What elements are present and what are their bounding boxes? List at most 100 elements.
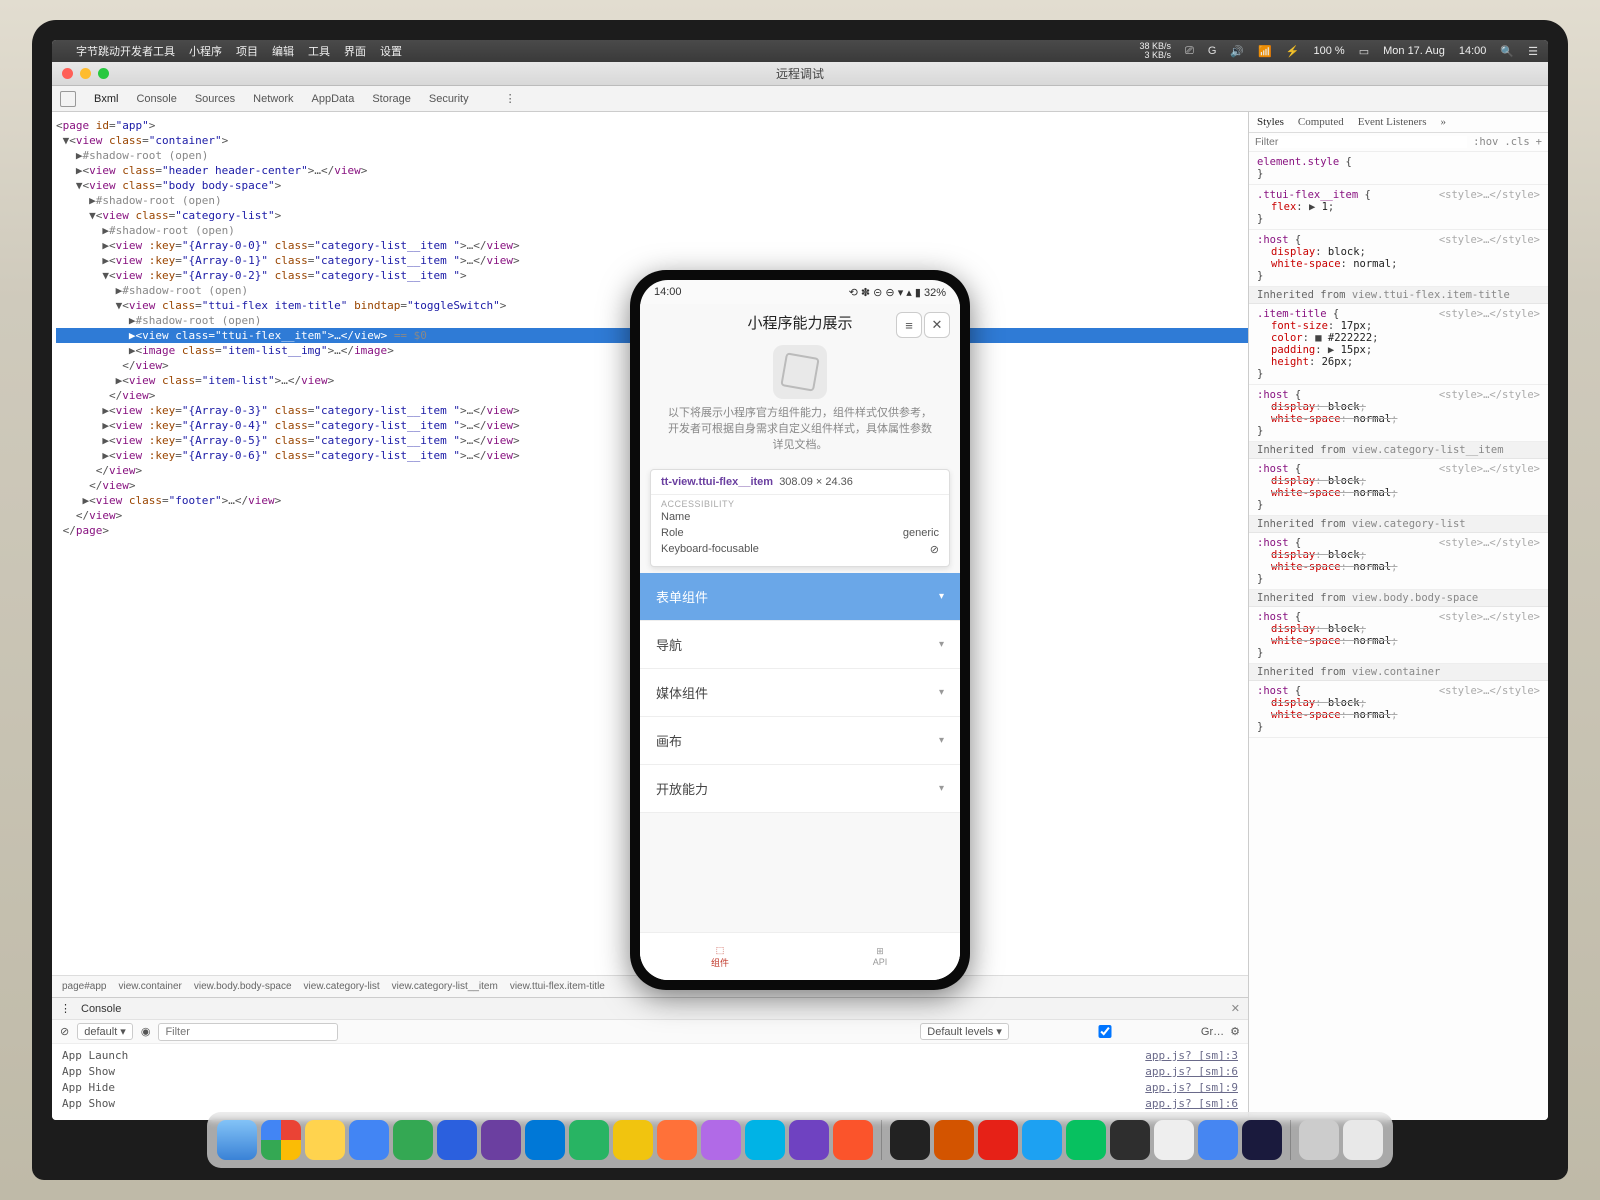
style-rule[interactable]: element.style {} xyxy=(1249,152,1548,185)
more-icon[interactable]: ⋮ xyxy=(60,1002,71,1015)
menubar-item[interactable]: 小程序 xyxy=(189,43,222,59)
safari-tp-icon[interactable] xyxy=(481,1120,521,1160)
menubar-time[interactable]: 14:00 xyxy=(1459,45,1487,57)
macos-dock[interactable] xyxy=(207,1112,1393,1168)
app-icon[interactable] xyxy=(934,1120,974,1160)
app-icon[interactable] xyxy=(1242,1120,1282,1160)
app-icon[interactable] xyxy=(1154,1120,1194,1160)
menu-icon[interactable]: ≡ xyxy=(896,312,922,338)
styles-filter-input[interactable] xyxy=(1255,136,1467,148)
more-tabs[interactable]: » xyxy=(1440,116,1446,128)
style-rule[interactable]: <style>…</style> :host { display: block;… xyxy=(1249,385,1548,442)
creative-cloud-icon[interactable] xyxy=(978,1120,1018,1160)
breadcrumb-item[interactable]: view.category-list xyxy=(304,981,380,992)
chrome-beta-icon[interactable] xyxy=(393,1120,433,1160)
category-item[interactable]: 导航▾ xyxy=(640,621,960,669)
close-icon[interactable]: ✕ xyxy=(1231,1002,1240,1015)
computed-tab[interactable]: Computed xyxy=(1298,116,1344,128)
style-rule[interactable]: <style>…</style> :host { display: block;… xyxy=(1249,230,1548,287)
wechat-icon[interactable] xyxy=(1066,1120,1106,1160)
panel-tab-storage[interactable]: Storage xyxy=(372,93,411,105)
safari-icon[interactable] xyxy=(437,1120,477,1160)
cls-toggle[interactable]: .cls xyxy=(1504,136,1529,148)
menubar-app[interactable]: 字节跳动开发者工具 xyxy=(76,43,175,59)
menubar-item[interactable]: 界面 xyxy=(344,43,366,59)
menubar-item[interactable]: 工具 xyxy=(308,43,330,59)
log-source[interactable]: app.js? [sm]:9 xyxy=(1145,1080,1238,1096)
downloads-icon[interactable] xyxy=(1299,1120,1339,1160)
menubar-date[interactable]: Mon 17. Aug xyxy=(1383,45,1445,57)
minimize-window-button[interactable] xyxy=(80,68,91,79)
category-item[interactable]: 媒体组件▾ xyxy=(640,669,960,717)
event-listeners-tab[interactable]: Event Listeners xyxy=(1358,116,1427,128)
tor-icon[interactable] xyxy=(789,1120,829,1160)
trash-icon[interactable] xyxy=(1343,1120,1383,1160)
edge-icon[interactable] xyxy=(525,1120,565,1160)
style-rule[interactable]: <style>…</style> .item-title { font-size… xyxy=(1249,304,1548,385)
breadcrumb-item[interactable]: view.ttui-flex.item-title xyxy=(510,981,605,992)
app-icon[interactable] xyxy=(1110,1120,1150,1160)
style-rule[interactable]: <style>…</style> :host { display: block;… xyxy=(1249,681,1548,738)
zoom-window-button[interactable] xyxy=(98,68,109,79)
panel-tab-appdata[interactable]: AppData xyxy=(312,93,355,105)
firefox-nightly-icon[interactable] xyxy=(701,1120,741,1160)
chrome-dev-icon[interactable] xyxy=(349,1120,389,1160)
firefox-dev-icon[interactable] xyxy=(745,1120,785,1160)
battery-icon[interactable]: ⚡ xyxy=(1286,45,1300,58)
style-rule[interactable]: <style>…</style> .ttui-flex__item { flex… xyxy=(1249,185,1548,230)
console-output[interactable]: App Launchapp.js? [sm]:3 App Showapp.js?… xyxy=(52,1043,1248,1120)
inspect-icon[interactable] xyxy=(60,91,76,107)
panel-tab-sources[interactable]: Sources xyxy=(195,93,235,105)
levels-select[interactable]: Default levels ▾ xyxy=(920,1023,1009,1040)
menubar-item[interactable]: 设置 xyxy=(380,43,402,59)
log-source[interactable]: app.js? [sm]:6 xyxy=(1145,1096,1238,1112)
log-source[interactable]: app.js? [sm]:3 xyxy=(1145,1048,1238,1064)
wifi-icon[interactable]: 📶 xyxy=(1258,45,1272,58)
twitter-icon[interactable] xyxy=(1022,1120,1062,1160)
brave-icon[interactable] xyxy=(833,1120,873,1160)
menubar-item[interactable]: 编辑 xyxy=(272,43,294,59)
close-icon[interactable]: ✕ xyxy=(924,312,950,338)
chrome-icon[interactable] xyxy=(261,1120,301,1160)
category-item-selected[interactable]: 表单组件▾ xyxy=(640,573,960,621)
app-icon[interactable] xyxy=(1198,1120,1238,1160)
style-rule[interactable]: <style>…</style> :host { display: block;… xyxy=(1249,607,1548,664)
hov-toggle[interactable]: :hov xyxy=(1473,136,1498,148)
category-item[interactable]: 画布▾ xyxy=(640,717,960,765)
more-icon[interactable]: ⋮ xyxy=(505,92,516,105)
firefox-icon[interactable] xyxy=(657,1120,697,1160)
panel-tab-console[interactable]: Console xyxy=(136,93,176,105)
nav-tab-api[interactable]: ⊞ API xyxy=(800,933,960,980)
style-rule[interactable]: <style>…</style> :host { display: block;… xyxy=(1249,533,1548,590)
finder-icon[interactable] xyxy=(217,1120,257,1160)
styles-tab[interactable]: Styles xyxy=(1257,116,1284,128)
gear-icon[interactable]: ⚙ xyxy=(1230,1025,1240,1038)
eye-icon[interactable]: ◉ xyxy=(141,1025,151,1038)
control-center-icon[interactable]: ☰ xyxy=(1528,45,1538,58)
group-checkbox[interactable] xyxy=(1015,1025,1195,1038)
add-rule-icon[interactable]: + xyxy=(1536,136,1542,148)
menubar-item[interactable]: 项目 xyxy=(236,43,258,59)
context-select[interactable]: default ▾ xyxy=(77,1023,133,1040)
style-rule[interactable]: <style>…</style> :host { display: block;… xyxy=(1249,459,1548,516)
nav-tab-component[interactable]: ⬚ 组件 xyxy=(640,933,800,980)
console-label[interactable]: Console xyxy=(81,1003,121,1015)
console-filter-input[interactable] xyxy=(158,1023,338,1041)
breadcrumb-item[interactable]: view.container xyxy=(119,981,182,992)
breadcrumb-item[interactable]: page#app xyxy=(62,981,107,992)
edge-dev-icon[interactable] xyxy=(569,1120,609,1160)
breadcrumb-item[interactable]: view.body.body-space xyxy=(194,981,292,992)
panel-tab-network[interactable]: Network xyxy=(253,93,293,105)
log-source[interactable]: app.js? [sm]:6 xyxy=(1145,1064,1238,1080)
app-icon[interactable] xyxy=(890,1120,930,1160)
panel-tab-bxml[interactable]: Bxml xyxy=(94,93,118,105)
edge-canary-icon[interactable] xyxy=(613,1120,653,1160)
volume-icon[interactable]: 🔊 xyxy=(1230,45,1244,58)
chrome-canary-icon[interactable] xyxy=(305,1120,345,1160)
category-item[interactable]: 开放能力▾ xyxy=(640,765,960,813)
panel-tab-security[interactable]: Security xyxy=(429,93,469,105)
search-icon[interactable]: 🔍 xyxy=(1500,45,1514,58)
breadcrumb-item[interactable]: view.category-list__item xyxy=(392,981,498,992)
clear-icon[interactable]: ⊘ xyxy=(60,1025,69,1038)
close-window-button[interactable] xyxy=(62,68,73,79)
